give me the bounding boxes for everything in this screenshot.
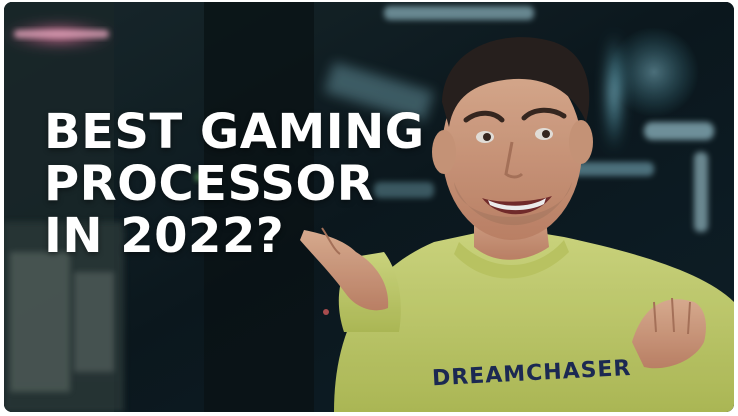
thumbnail-headline: BEST GAMING PROCESSOR IN 2022? xyxy=(44,106,444,262)
headline-line-2: PROCESSOR xyxy=(44,156,375,212)
headline-line-1: BEST GAMING xyxy=(44,104,425,160)
headline-line-3: IN 2022? xyxy=(44,208,285,264)
video-thumbnail: DREAMCHASER BEST GAMING PROCESSOR IN 202… xyxy=(4,2,734,412)
